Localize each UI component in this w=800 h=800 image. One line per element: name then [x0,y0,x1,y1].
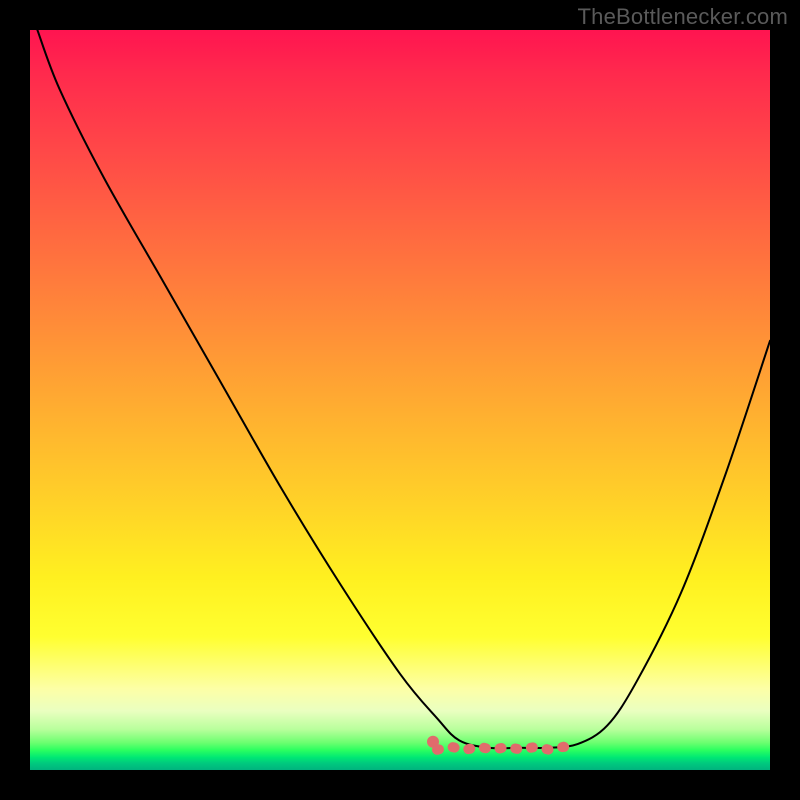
chart-frame: TheBottlenecker.com [0,0,800,800]
watermark-text: TheBottlenecker.com [578,4,788,30]
bottleneck-curve-path [37,30,770,748]
plot-area [30,30,770,770]
bottleneck-curve-svg [30,30,770,770]
